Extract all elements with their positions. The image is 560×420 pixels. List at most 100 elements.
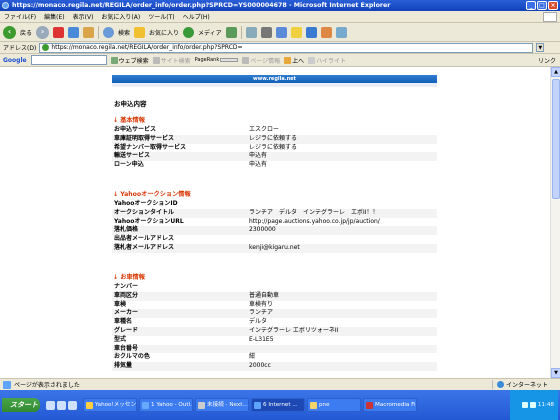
site-banner: www.regila.net (112, 75, 437, 83)
print-icon[interactable] (260, 26, 272, 38)
quick-launch-media-icon[interactable] (68, 400, 77, 410)
close-button[interactable]: × (548, 1, 558, 10)
search-icon[interactable] (103, 26, 115, 38)
toolbar-extra-icon[interactable] (320, 26, 332, 38)
row-value: kenji@kigaru.net (249, 243, 300, 251)
section-rows: ナンバー 車両区分 普通自動車 車検 車検有り メーカー ランチア 車種名 デルタ グレ… (112, 283, 437, 371)
info-row: 車両区分 普通自動車 (112, 291, 437, 301)
research-icon[interactable] (305, 26, 317, 38)
page-info-label: ページ情報 (250, 57, 281, 65)
refresh-icon[interactable] (68, 26, 80, 38)
taskbar-button[interactable]: pne (307, 398, 361, 412)
section-title-text: お車情報 (120, 274, 145, 281)
scroll-down-icon[interactable]: ▼ (551, 368, 560, 378)
favorites-button-label[interactable]: お気に入り (149, 28, 179, 37)
links-label[interactable]: リンク (538, 56, 556, 65)
tray-volume-icon[interactable] (529, 402, 536, 408)
row-label: おクルマの色 (114, 353, 150, 361)
media-button-label[interactable]: メディア (198, 28, 222, 37)
address-dropdown-icon[interactable]: ▼ (536, 43, 545, 52)
web-search-label: ウェブ検索 (118, 57, 149, 65)
status-text: ページが表示されました (14, 382, 80, 389)
row-label: 落札者メールアドレス (114, 243, 175, 251)
row-value: ランチア (249, 309, 274, 317)
info-row: 車種名 デルタ (112, 318, 437, 327)
tray-network-icon[interactable] (521, 402, 528, 408)
mail-icon[interactable] (245, 26, 257, 38)
address-input[interactable]: https://monaco.regila.net/REGILA/order_i… (39, 42, 534, 53)
scroll-up-icon[interactable]: ▲ (551, 67, 560, 77)
info-row: 輸送サービス 申込有 (112, 152, 437, 162)
info-row: 希望ナンバー取得サービス レジラに依頼する (112, 144, 437, 153)
toolbar-extra-icon-2[interactable] (335, 26, 347, 38)
row-label: 落札価格 (114, 226, 139, 234)
quick-launch-desktop-icon[interactable] (57, 400, 66, 410)
home-icon[interactable] (83, 26, 95, 38)
edit-icon[interactable] (275, 26, 287, 38)
quick-launch-ie-icon[interactable] (46, 400, 55, 410)
address-url: https://monaco.regila.net/REGILA/order_i… (51, 43, 243, 51)
messenger-icon[interactable] (290, 26, 302, 38)
section-title: ↓ 基本情報 (112, 116, 437, 126)
down-arrow-icon: ↓ (113, 274, 119, 281)
toolbar-separator (240, 25, 242, 39)
row-value: レジラに依頼する (249, 143, 298, 151)
menu-favorites[interactable]: お気に入り(A) (101, 12, 140, 21)
history-icon[interactable] (225, 26, 237, 38)
start-button[interactable]: スタート (2, 398, 40, 412)
outlook-icon (142, 401, 149, 409)
row-value: 車検有り (249, 300, 274, 308)
windows-flag-icon (543, 11, 557, 22)
row-value: E-L31E5 (249, 335, 274, 343)
ie-icon (2, 2, 9, 9)
messenger-icon (86, 401, 93, 409)
media-icon[interactable] (183, 26, 195, 38)
back-button-label[interactable]: 戻る (20, 28, 32, 37)
info-row: 車台番号 (112, 344, 437, 354)
search-button-label[interactable]: 検索 (118, 28, 130, 37)
stop-icon[interactable] (53, 26, 65, 38)
google-logo[interactable]: Google (3, 57, 27, 64)
menu-view[interactable]: 表示(V) (73, 12, 94, 21)
taskbar-button[interactable]: 未接続 - Next... (195, 398, 249, 412)
ie-icon (254, 401, 261, 409)
section-title: ↓ Yahooオークション情報 (112, 190, 437, 200)
menu-bar: ファイル(F) 編集(E) 表示(V) お気に入り(A) ツール(T) ヘルプ(… (0, 11, 560, 23)
back-arrow-icon[interactable]: ‹ (3, 25, 16, 39)
pagerank-indicator[interactable]: PageRank (195, 57, 239, 63)
info-row: 型式 E-L31E5 (112, 336, 437, 345)
maximize-button[interactable]: □ (537, 1, 547, 10)
up-button[interactable]: 上へ (284, 56, 304, 65)
pagerank-bar (220, 58, 239, 62)
taskbar-button[interactable]: Macromedia Fi... (363, 398, 417, 412)
task-label: 未接続 - Next... (207, 402, 248, 408)
window-titlebar[interactable]: https://monaco.regila.net/REGILA/order_i… (0, 0, 560, 11)
section-yahoo-auction: ↓ Yahooオークション情報 YahooオークションID オークションタイトル ラ… (112, 190, 437, 253)
site-search-button[interactable]: サイト検索 (152, 56, 191, 65)
page-content: www.regila.net お申込内容 ↓ 基本情報 お申込サービス エスクロー … (0, 67, 560, 378)
row-label: お申込サービス (114, 126, 157, 133)
vertical-scrollbar[interactable]: ▲ ▼ (550, 67, 560, 378)
info-row: 車検 車検有り (112, 301, 437, 310)
clock: 11:48 (537, 402, 554, 408)
row-value (249, 200, 437, 209)
flash-icon (366, 401, 373, 409)
menu-edit[interactable]: 編集(E) (44, 12, 64, 21)
highlight-button[interactable]: ハイライト (308, 56, 346, 65)
menu-file[interactable]: ファイル(F) (4, 12, 36, 21)
row-label: 車両区分 (114, 291, 139, 299)
favorites-star-icon[interactable] (134, 26, 146, 38)
menu-help[interactable]: ヘルプ(H) (183, 12, 210, 21)
scroll-thumb[interactable] (552, 79, 560, 199)
google-search-input[interactable] (30, 55, 107, 65)
taskbar-button-active[interactable]: 6 Internet ... (251, 398, 305, 412)
menu-tools[interactable]: ツール(T) (148, 12, 174, 21)
google-toolbar: Google ウェブ検索 サイト検索 PageRank ページ情報 上へ ハイラ… (0, 54, 560, 67)
taskbar-button[interactable]: Yahoo!メッセン... (83, 398, 137, 412)
minimize-button[interactable]: _ (526, 1, 536, 10)
web-search-button[interactable]: ウェブ検索 (110, 56, 149, 65)
row-value: 申込有 (249, 152, 268, 160)
forward-arrow-icon[interactable]: › (36, 25, 50, 39)
page-info-button[interactable]: ページ情報 (242, 56, 280, 65)
taskbar-button[interactable]: 1 Yahoo - Outl... (139, 398, 193, 412)
